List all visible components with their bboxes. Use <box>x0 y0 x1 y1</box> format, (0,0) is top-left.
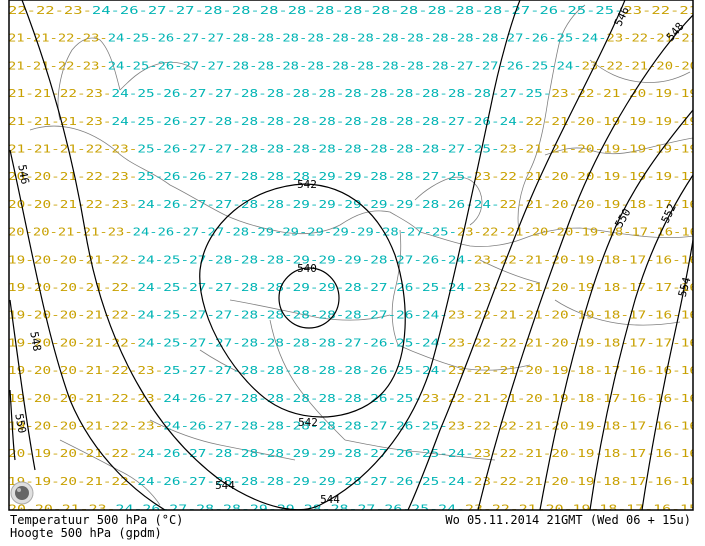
contour-label: 544 <box>215 479 235 492</box>
contour-label: 540 <box>297 262 317 275</box>
temperature-row: 21- 21- 21- 22- 23- 25- 26- 27- 27- 28- 28- 28- 28- 2… <box>8 143 698 156</box>
temperature-row: 19- 20- 20- 21- 22- 24- 25- 27- 27- 28- 28- 28- 28- 2… <box>8 336 698 349</box>
contour-label: 544 <box>320 493 340 506</box>
temperature-row: 19- 20- 20- 21- 22- 23- 25- 27- 27- 28- 28- 28- 28- 2… <box>8 364 698 377</box>
contour-label: 554 <box>676 275 694 298</box>
logo-icon <box>10 481 34 505</box>
temperature-row: 20- 20- 21- 22- 23- 24- 26- 27- 27- 28- 28- 29- 29- 2… <box>8 198 698 211</box>
temperature-row: 19- 20- 20- 21- 22- 23- 24- 26- 27- 28- 28- 28- 28- 2… <box>8 392 698 405</box>
temperature-row: 20- 20- 21- 21- 23- 24- 26- 27- 27- 28- 29- 29- 29- 2… <box>8 226 698 239</box>
temperature-row: 21- 21- 21- 23- 24- 25- 26- 27- 28- 28- 28- 28- 28- 2… <box>8 115 698 128</box>
temperature-row: 22- 22- 23- 24- 26- 27- 27- 28- 28- 28- 28- 28- 28- 2… <box>8 4 698 17</box>
temperature-row: 20- 19- 20- 21- 22- 24- 26- 27- 28- 28- 28- 29- 29- 2… <box>8 447 698 460</box>
temperature-row: 20- 20- 21- 22- 23- 25- 26- 26- 27- 28- 28- 28- 29- 2… <box>8 170 698 183</box>
contour-label: 542 <box>297 178 317 191</box>
field-legend-height: Hoogte 500 hPa (gpdm) <box>10 526 162 540</box>
temperature-row: 21- 21- 22- 23- 24- 25- 26- 27- 27- 28- 28- 28- 28- 2… <box>8 32 698 45</box>
valid-time: Wo 05.11.2014 21GMT (Wed 06 + 15u) <box>445 513 691 527</box>
temperature-row: 19- 20- 20- 21- 22- 24- 25- 27- 27- 28- 28- 28- 28- 2… <box>8 309 698 322</box>
temperature-row: 21- 21- 22- 23- 24- 25- 26- 27- 27- 28- 28- 28- 28- 2… <box>8 87 698 100</box>
temperature-row: 19- 20- 20- 21- 22- 23- 24- 26- 27- 28- 28- 28- 28- 2… <box>8 420 698 433</box>
temperature-field: 22- 22- 23- 24- 26- 27- 27- 28- 28- 28- 28- 28- 28- 2… <box>8 4 698 510</box>
temperature-row: 19- 20- 20- 21- 22- 24- 25- 27- 28- 28- 28- 29- 29- 2… <box>8 253 698 266</box>
contour-label: 542 <box>298 416 318 429</box>
weather-map: 22- 22- 23- 24- 26- 27- 27- 28- 28- 28- 28- 28- 28- 2… <box>8 0 698 511</box>
